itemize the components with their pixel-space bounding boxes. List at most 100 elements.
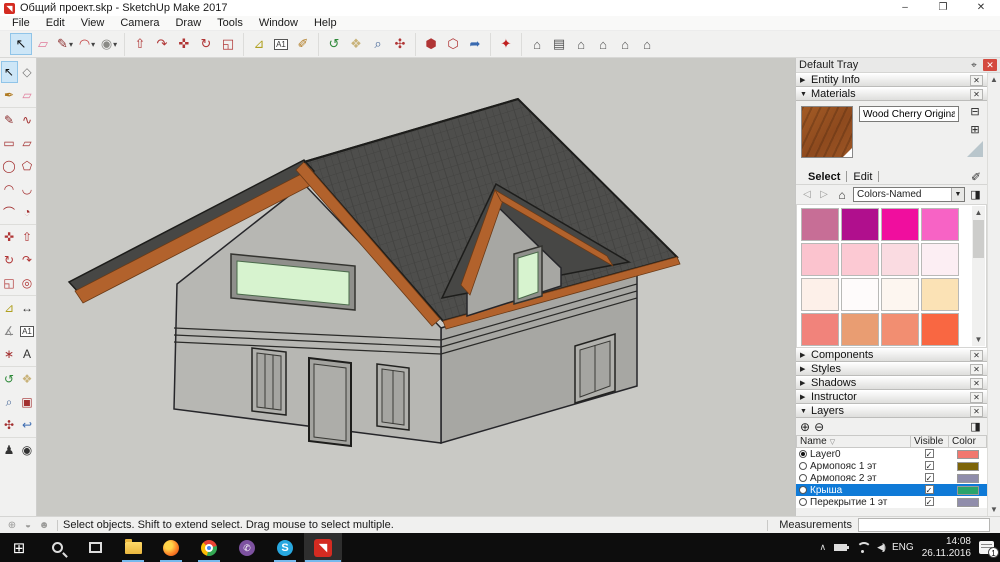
arc-tool[interactable]: ◠▾ bbox=[76, 33, 98, 55]
view-left-icon[interactable]: ⌂ bbox=[636, 33, 658, 55]
sign-in-icon[interactable]: ☻ bbox=[36, 520, 52, 531]
layer-current-radio[interactable] bbox=[799, 498, 807, 506]
menu-camera[interactable]: Camera bbox=[112, 16, 167, 31]
chrome-button[interactable] bbox=[190, 533, 228, 562]
menu-view[interactable]: View bbox=[73, 16, 113, 31]
layer-row[interactable]: Армопояс 1 эт✓ bbox=[796, 460, 987, 472]
restore-button[interactable]: ❐ bbox=[924, 0, 962, 16]
panel-entity-info[interactable]: ▶ Entity Info ✕ bbox=[796, 73, 987, 87]
panel-close-icon[interactable]: ✕ bbox=[970, 378, 983, 389]
layer-row[interactable]: Армопояс 2 эт✓ bbox=[796, 472, 987, 484]
palette-scrollbar[interactable]: ▲ ▼ bbox=[972, 206, 985, 346]
secondary-pane-icon[interactable]: ⊟ bbox=[968, 105, 983, 120]
tab-edit[interactable]: Edit bbox=[847, 171, 878, 183]
zoom-extents-tool[interactable]: ✣ bbox=[1, 414, 18, 436]
protractor-tool[interactable]: ∡ bbox=[1, 320, 18, 342]
color-swatch-5[interactable] bbox=[841, 243, 879, 276]
clock[interactable]: 14:08 26.11.2016 bbox=[922, 536, 971, 560]
zoom-window-tool[interactable]: ▣ bbox=[19, 391, 36, 413]
view-front-icon[interactable]: ⌂ bbox=[570, 33, 592, 55]
rotate-tool[interactable]: ↻ bbox=[195, 33, 217, 55]
battery-icon[interactable] bbox=[834, 544, 847, 551]
home-icon[interactable]: ⌂ bbox=[834, 188, 850, 202]
layer-visible-checkbox[interactable]: ✓ bbox=[925, 473, 934, 482]
select-tool[interactable]: ↖ bbox=[10, 33, 32, 55]
credits-icon[interactable]: ◒ bbox=[20, 520, 36, 531]
color-swatch-4[interactable] bbox=[801, 243, 839, 276]
layer-current-radio[interactable] bbox=[799, 462, 807, 470]
previous-view-tool[interactable]: ↩ bbox=[19, 414, 36, 436]
scroll-down-icon[interactable]: ▼ bbox=[972, 333, 985, 346]
menu-help[interactable]: Help bbox=[306, 16, 345, 31]
text-tool[interactable]: A1 bbox=[19, 320, 36, 342]
freehand-tool[interactable]: ∿ bbox=[19, 109, 36, 131]
tape-measure-tool[interactable]: ⊿ bbox=[1, 297, 18, 319]
collection-dropdown[interactable]: Colors-Named ▼ bbox=[853, 187, 965, 202]
color-swatch-3[interactable] bbox=[921, 208, 959, 241]
color-swatch-10[interactable] bbox=[881, 278, 919, 311]
rectangle-tool[interactable]: ▭ bbox=[1, 132, 18, 154]
tape-measure-tool[interactable]: ⊿ bbox=[248, 33, 270, 55]
arc-tool-dropdown-icon[interactable]: ▾ bbox=[91, 40, 95, 49]
minimize-button[interactable]: – bbox=[886, 0, 924, 16]
select-tool[interactable]: ↖ bbox=[1, 61, 18, 83]
layer-current-radio[interactable] bbox=[799, 486, 807, 494]
get-models-icon[interactable]: ⬢ bbox=[420, 33, 442, 55]
layer-current-radio[interactable] bbox=[799, 474, 807, 482]
layer-row[interactable]: Layer0✓ bbox=[796, 448, 987, 460]
menu-file[interactable]: File bbox=[4, 16, 38, 31]
viber-button[interactable]: ✆ bbox=[228, 533, 266, 562]
scale-tool[interactable]: ◱ bbox=[217, 33, 239, 55]
paint-bucket-tool[interactable]: ✒ bbox=[1, 84, 18, 106]
dimension-tool[interactable]: ↔ bbox=[19, 297, 36, 319]
color-swatch-9[interactable] bbox=[841, 278, 879, 311]
color-swatch-1[interactable] bbox=[841, 208, 879, 241]
file-explorer-button[interactable] bbox=[114, 533, 152, 562]
search-button[interactable] bbox=[38, 533, 76, 562]
panel-layers[interactable]: ▼ Layers ✕ bbox=[796, 404, 987, 418]
orbit-tool[interactable]: ↺ bbox=[1, 368, 18, 390]
line-tool[interactable]: ✎ bbox=[1, 109, 18, 131]
menu-draw[interactable]: Draw bbox=[167, 16, 209, 31]
details-icon[interactable]: ◨ bbox=[968, 188, 983, 202]
skype-button[interactable]: S bbox=[266, 533, 304, 562]
layer-color-chip[interactable] bbox=[957, 486, 979, 495]
start-button[interactable]: ⊞ bbox=[0, 533, 38, 562]
layer-color-chip[interactable] bbox=[957, 474, 979, 483]
sample-paint-icon[interactable]: ✐ bbox=[971, 170, 981, 184]
panel-close-icon[interactable]: ✕ bbox=[970, 364, 983, 375]
layer-color-chip[interactable] bbox=[957, 450, 979, 459]
rotate-tool[interactable]: ↻ bbox=[1, 249, 18, 271]
zoom-extents-tool[interactable]: ✣ bbox=[389, 33, 411, 55]
viewport[interactable] bbox=[37, 58, 795, 516]
shapes-tool-dropdown-icon[interactable]: ▾ bbox=[113, 40, 117, 49]
color-swatch-14[interactable] bbox=[881, 313, 919, 346]
menu-edit[interactable]: Edit bbox=[38, 16, 73, 31]
color-swatch-8[interactable] bbox=[801, 278, 839, 311]
pan-tool[interactable]: ❖ bbox=[345, 33, 367, 55]
paint-corner-icon[interactable] bbox=[967, 141, 983, 157]
pie-tool[interactable]: ◔ bbox=[19, 201, 36, 223]
remove-layer-icon[interactable]: ⊖ bbox=[814, 420, 824, 434]
task-view-button[interactable] bbox=[76, 533, 114, 562]
push-pull-tool[interactable]: ⇧ bbox=[19, 226, 36, 248]
eraser-tool[interactable]: ▱ bbox=[32, 33, 54, 55]
offset-tool[interactable]: ◎ bbox=[19, 272, 36, 294]
color-swatch-15[interactable] bbox=[921, 313, 959, 346]
back-arrow-icon[interactable]: ◁ bbox=[800, 188, 814, 202]
column-name[interactable]: Name▽ bbox=[797, 436, 911, 447]
menu-tools[interactable]: Tools bbox=[209, 16, 251, 31]
move-tool[interactable]: ✜ bbox=[1, 226, 18, 248]
layer-visible-checkbox[interactable]: ✓ bbox=[925, 461, 934, 470]
panel-shadows[interactable]: ▶ Shadows ✕ bbox=[796, 376, 987, 390]
paint-bucket-tool[interactable]: ✐ bbox=[292, 33, 314, 55]
layer-row[interactable]: Перекрытие 1 эт✓ bbox=[796, 496, 987, 508]
circle-tool[interactable]: ◯ bbox=[1, 155, 18, 177]
scroll-down-icon[interactable]: ▼ bbox=[988, 503, 1000, 516]
view-top-icon[interactable]: ▤ bbox=[548, 33, 570, 55]
color-swatch-13[interactable] bbox=[841, 313, 879, 346]
create-material-icon[interactable]: ⊞ bbox=[968, 123, 983, 138]
line-tool-dropdown-icon[interactable]: ▾ bbox=[69, 40, 73, 49]
model-house[interactable] bbox=[37, 58, 795, 516]
text-tool[interactable]: A1 bbox=[270, 33, 292, 55]
